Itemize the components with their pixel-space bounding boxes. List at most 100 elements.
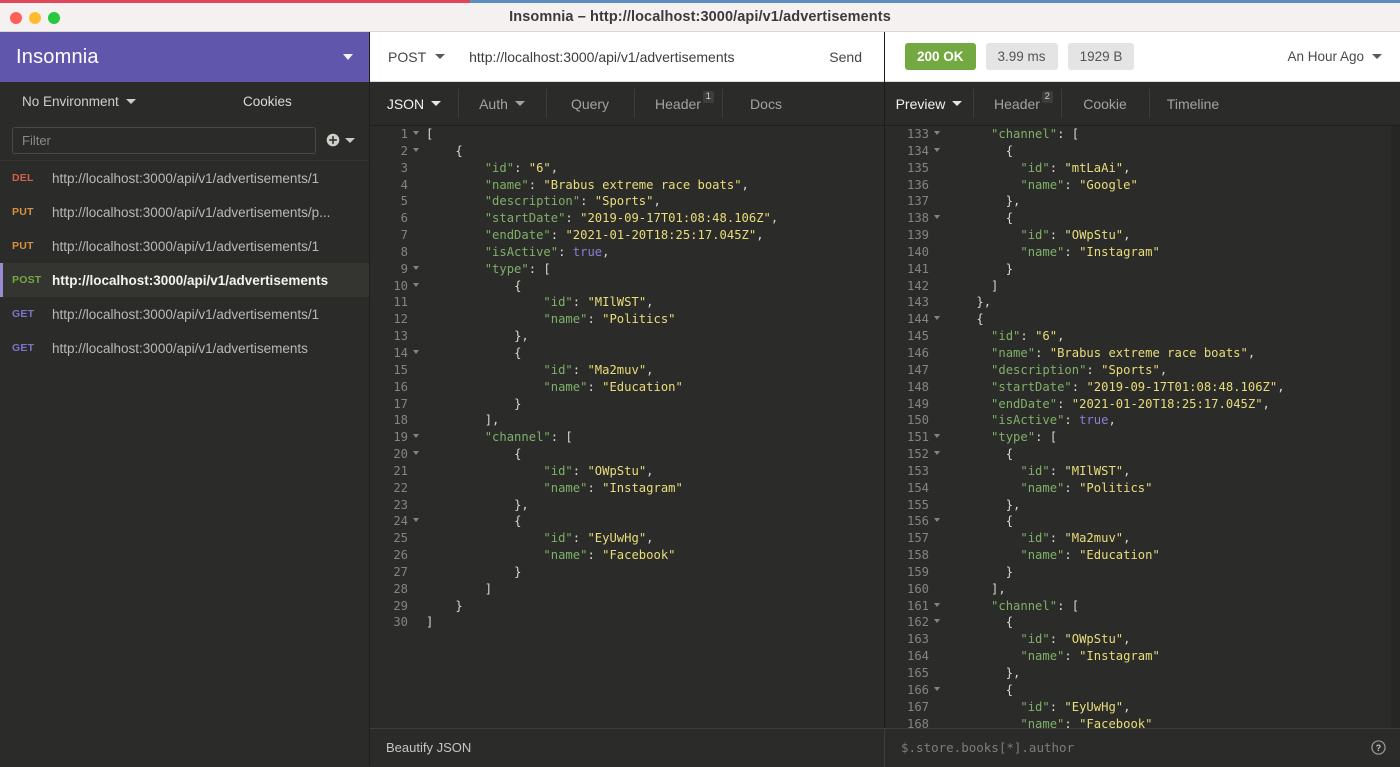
fold-arrow-icon[interactable]	[934, 148, 940, 152]
add-request-group[interactable]	[326, 133, 355, 147]
traffic-lights	[10, 3, 60, 32]
line-number: 153	[885, 463, 933, 480]
fold-arrow-icon[interactable]	[413, 518, 419, 522]
fold-arrow-icon[interactable]	[934, 215, 940, 219]
response-body-viewer[interactable]: 133 "channel": [134 {135 "id": "mtLaAi",…	[885, 126, 1400, 766]
active-indicator	[0, 161, 3, 195]
request-list-item[interactable]: GEThttp://localhost:3000/api/v1/advertis…	[0, 297, 369, 331]
code-line: 13 },	[370, 328, 884, 345]
search-input[interactable]	[12, 127, 316, 154]
code-line: 6 "startDate": "2019-09-17T01:08:48.106Z…	[370, 210, 884, 227]
code-text: "id": "OWpStu",	[933, 227, 1130, 244]
window-title: Insomnia – http://localhost:3000/api/v1/…	[0, 9, 1400, 25]
fold-arrow-icon[interactable]	[413, 350, 419, 354]
fold-arrow-icon[interactable]	[413, 148, 419, 152]
fold-arrow-icon[interactable]	[934, 451, 940, 455]
question-circle-icon[interactable]: ?	[1371, 740, 1386, 755]
request-body-editor[interactable]: 1[2 {3 "id": "6",4 "name": "Brabus extre…	[370, 126, 884, 766]
request-tab-docs[interactable]: Docs	[722, 82, 810, 125]
response-tab-header[interactable]: Header2	[973, 82, 1061, 125]
request-list-item[interactable]: PUThttp://localhost:3000/api/v1/advertis…	[0, 229, 369, 263]
environment-selector[interactable]: No Environment	[22, 94, 136, 109]
request-list-item[interactable]: POSThttp://localhost:3000/api/v1/adverti…	[0, 263, 369, 297]
chevron-down-icon[interactable]	[343, 54, 353, 60]
fold-arrow-icon[interactable]	[413, 266, 419, 270]
close-button-icon[interactable]	[10, 12, 22, 24]
code-text: "description": "Sports",	[933, 362, 1167, 379]
request-tab-query[interactable]: Query	[546, 82, 634, 125]
jsonpath-filter-input[interactable]	[901, 740, 1371, 755]
code-line: 20 {	[370, 446, 884, 463]
http-method-selector[interactable]: POST	[388, 49, 445, 65]
active-indicator	[0, 263, 3, 297]
code-line: 7 "endDate": "2021-01-20T18:25:17.045Z",	[370, 227, 884, 244]
line-number: 6	[370, 210, 412, 227]
fold-arrow-icon[interactable]	[934, 131, 940, 135]
code-text: {	[933, 614, 1013, 631]
fold-arrow-icon[interactable]	[934, 434, 940, 438]
code-line: 15 "id": "Ma2muv",	[370, 362, 884, 379]
fold-arrow-icon[interactable]	[934, 687, 940, 691]
request-tab-json[interactable]: JSON	[370, 82, 458, 125]
request-tab-auth[interactable]: Auth	[458, 82, 546, 125]
code-text: "endDate": "2021-01-20T18:25:17.045Z",	[412, 227, 764, 244]
code-text: {	[412, 143, 463, 160]
response-body-code: 133 "channel": [134 {135 "id": "mtLaAi",…	[885, 126, 1400, 749]
fold-arrow-icon[interactable]	[934, 603, 940, 607]
request-list-item[interactable]: GEThttp://localhost:3000/api/v1/advertis…	[0, 331, 369, 365]
beautify-json-button[interactable]: Beautify JSON	[370, 729, 885, 767]
code-line: 23 },	[370, 497, 884, 514]
response-tab-preview[interactable]: Preview	[885, 82, 973, 125]
line-number: 11	[370, 294, 412, 311]
fold-arrow-icon[interactable]	[413, 451, 419, 455]
fold-arrow-icon[interactable]	[413, 434, 419, 438]
title-bar: Insomnia – http://localhost:3000/api/v1/…	[0, 3, 1400, 32]
response-tab-timeline[interactable]: Timeline	[1149, 82, 1237, 125]
code-line: 139 "id": "OWpStu",	[885, 227, 1400, 244]
tab-label: Timeline	[1167, 96, 1219, 112]
fold-arrow-icon[interactable]	[934, 316, 940, 320]
code-text: }	[933, 261, 1013, 278]
fold-arrow-icon[interactable]	[413, 131, 419, 135]
response-tab-cookie[interactable]: Cookie	[1061, 82, 1149, 125]
workspace-header[interactable]: Insomnia	[0, 32, 369, 82]
response-scrollbar[interactable]	[1391, 126, 1400, 766]
code-text: "id": "6",	[412, 160, 558, 177]
response-history-selector[interactable]: An Hour Ago	[1287, 49, 1382, 64]
line-number: 24	[370, 513, 412, 530]
request-list-item[interactable]: PUThttp://localhost:3000/api/v1/advertis…	[0, 195, 369, 229]
code-text: ],	[933, 581, 1006, 598]
fold-arrow-icon[interactable]	[934, 619, 940, 623]
line-number: 134	[885, 143, 933, 160]
tab-count-badge: 2	[1042, 91, 1053, 103]
code-line: 167 "id": "EyUwHg",	[885, 699, 1400, 716]
line-number: 165	[885, 665, 933, 682]
chevron-down-icon[interactable]	[345, 138, 355, 143]
request-list-item[interactable]: DELhttp://localhost:3000/api/v1/advertis…	[0, 161, 369, 195]
line-number: 154	[885, 480, 933, 497]
cookies-button[interactable]: Cookies	[243, 94, 292, 109]
fold-arrow-icon[interactable]	[413, 283, 419, 287]
code-text: {	[933, 682, 1013, 699]
line-number: 26	[370, 547, 412, 564]
line-number: 29	[370, 598, 412, 615]
code-text: "id": "MIlWST",	[933, 463, 1130, 480]
plus-circle-icon[interactable]	[326, 133, 340, 147]
code-line: 149 "endDate": "2021-01-20T18:25:17.045Z…	[885, 396, 1400, 413]
code-text: "name": "Instagram"	[412, 480, 683, 497]
line-number: 144	[885, 311, 933, 328]
code-text: "id": "6",	[933, 328, 1064, 345]
line-number: 159	[885, 564, 933, 581]
response-pane: 200 OK 3.99 ms 1929 B An Hour Ago Previe…	[885, 32, 1400, 766]
code-text: "type": [	[412, 261, 551, 278]
fold-arrow-icon[interactable]	[934, 518, 940, 522]
line-number: 145	[885, 328, 933, 345]
url-input[interactable]: http://localhost:3000/api/v1/advertiseme…	[469, 49, 819, 65]
code-text: "name": "Instagram"	[933, 244, 1160, 261]
line-number: 160	[885, 581, 933, 598]
zoom-button-icon[interactable]	[48, 12, 60, 24]
minimize-button-icon[interactable]	[29, 12, 41, 24]
request-tab-header[interactable]: Header1	[634, 82, 722, 125]
line-number: 12	[370, 311, 412, 328]
send-button[interactable]: Send	[819, 49, 884, 65]
